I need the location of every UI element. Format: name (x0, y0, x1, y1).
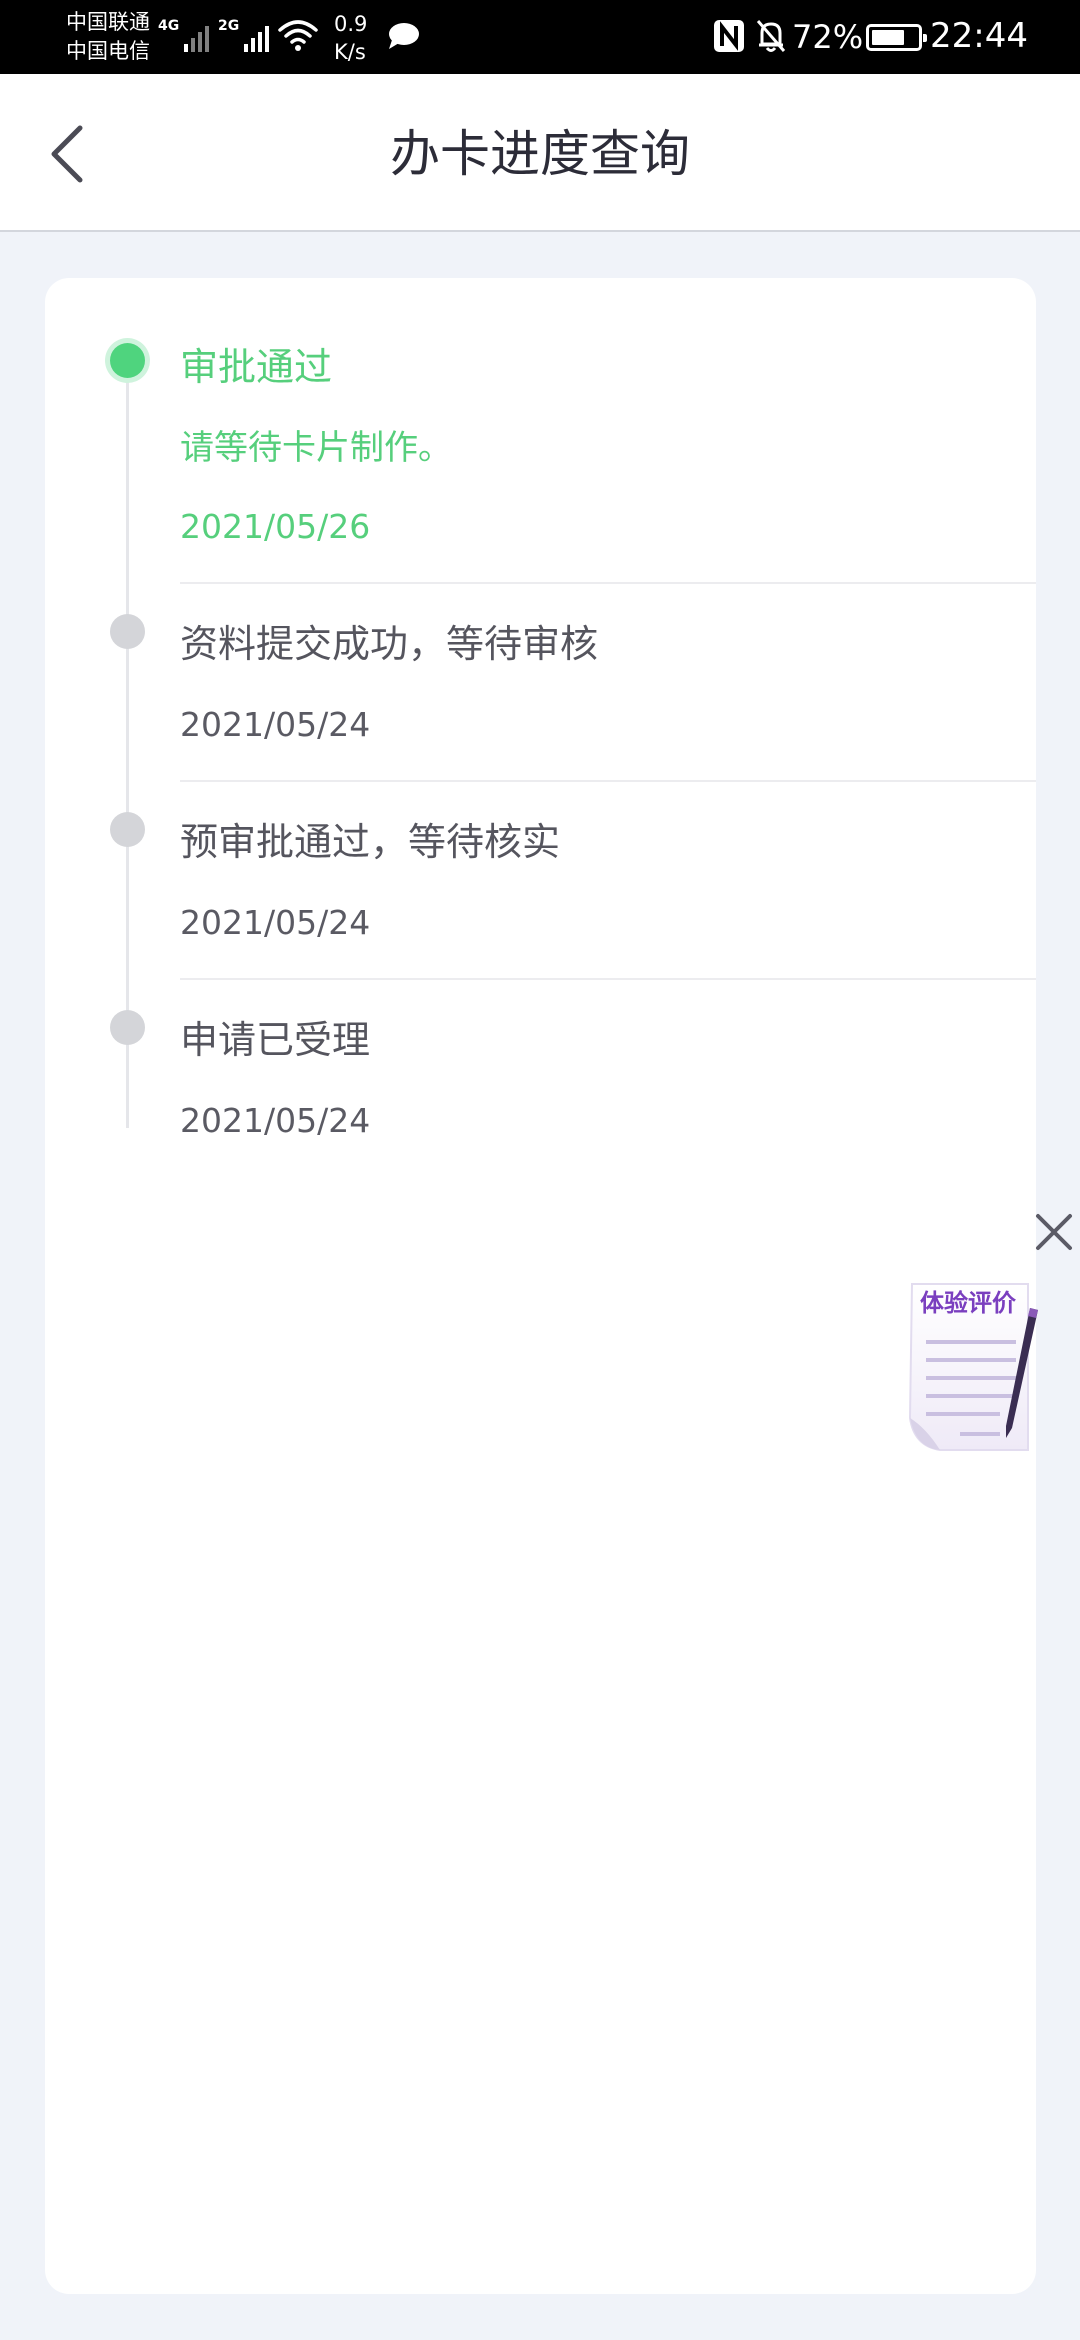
speed-unit: K/s (334, 40, 366, 64)
step-date: 2021/05/24 (180, 1101, 371, 1140)
battery-icon (866, 24, 927, 51)
step-title: 资料提交成功，等待审核 (180, 622, 599, 666)
step-date: 2021/05/24 (180, 903, 371, 942)
close-icon (1036, 1214, 1072, 1250)
step-date: 2021/05/26 (180, 507, 371, 546)
message-icon (389, 23, 419, 49)
network-speed: 0.9 K/s (334, 10, 367, 66)
step-date: 2021/05/24 (180, 705, 371, 744)
step-status-dot (110, 614, 145, 649)
status-bar: 中国联通 中国电信 4G 2G 0.9 K/s 72% 22:44 (0, 0, 1080, 74)
progress-card: 审批通过 请等待卡片制作。 2021/05/26 资料提交成功，等待审核 202… (45, 278, 1036, 2294)
step-title: 审批通过 (180, 345, 333, 389)
step-description: 请等待卡片制作。 (180, 428, 452, 468)
nfc-icon (714, 20, 744, 52)
signal-1-tag: 4G (158, 18, 180, 34)
review-badge-label: 体验评价 (920, 1289, 1016, 1317)
wifi-icon (278, 20, 318, 51)
signal-1-icon: 4G (158, 18, 210, 52)
step-status-dot (110, 343, 145, 378)
page-title: 办卡进度查询 (390, 125, 690, 183)
clock: 22:44 (930, 16, 1028, 56)
signal-2-tag: 2G (218, 18, 240, 34)
speed-value: 0.9 (334, 12, 368, 36)
review-badge-button[interactable]: 体验评价 (900, 1278, 1040, 1458)
signal-2-icon: 2G (218, 18, 270, 52)
carrier-1: 中国联通 (66, 10, 150, 34)
step-title: 申请已受理 (180, 1018, 371, 1062)
carrier-info: 中国联通 中国电信 (66, 8, 150, 66)
close-review-button[interactable] (1030, 1208, 1078, 1256)
divider (180, 978, 1036, 980)
step-status-dot (110, 812, 145, 847)
carrier-2: 中国电信 (66, 39, 150, 63)
divider (180, 780, 1036, 782)
step-title: 预审批通过，等待核实 (180, 820, 561, 864)
app-header: 办卡进度查询 (0, 74, 1080, 232)
divider (180, 582, 1036, 584)
battery-percentage: 72% (792, 18, 864, 56)
mute-bell-icon (756, 20, 786, 52)
step-status-dot (110, 1010, 145, 1045)
